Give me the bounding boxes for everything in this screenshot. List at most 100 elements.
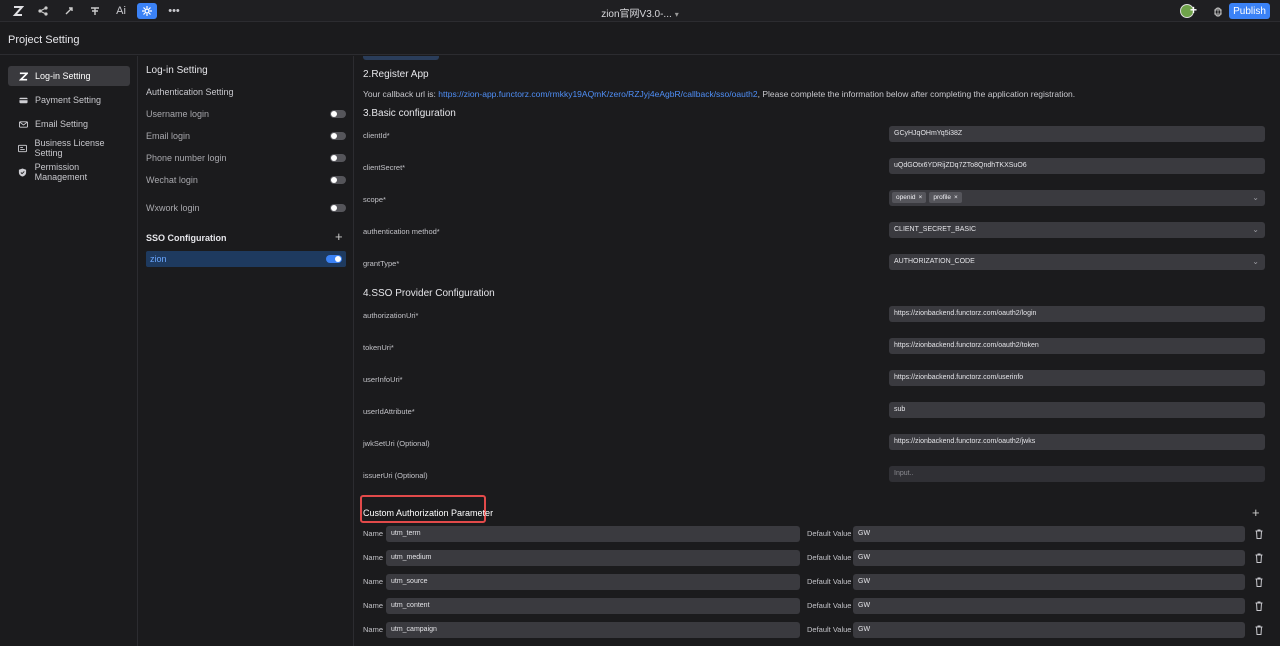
- trash-icon[interactable]: [1255, 529, 1263, 539]
- trash-icon[interactable]: [1255, 553, 1263, 563]
- add-sso-icon[interactable]: +: [335, 229, 343, 244]
- trash-icon[interactable]: [1255, 625, 1263, 635]
- auth-method-select[interactable]: CLIENT_SECRET_BASIC ⌄: [889, 222, 1265, 238]
- add-collaborator-icon[interactable]: +: [1190, 3, 1197, 17]
- wxwork-login-toggle[interactable]: [330, 204, 346, 212]
- remove-chip-icon[interactable]: ×: [919, 194, 923, 201]
- email-login-label: Email login: [146, 131, 191, 141]
- user-info-uri-input[interactable]: https://zionbackend.functorz.com/userinf…: [889, 370, 1265, 386]
- project-title[interactable]: zion官网V3.0-... ▾: [560, 5, 720, 20]
- wechat-login-toggle[interactable]: [330, 176, 346, 184]
- trash-icon[interactable]: [1255, 601, 1263, 611]
- more-icon[interactable]: •••: [164, 3, 184, 19]
- param-default-input[interactable]: GW: [853, 526, 1245, 542]
- sidebar-item-business-license[interactable]: Business License Setting: [8, 138, 130, 158]
- authorization-uri-input[interactable]: https://zionbackend.functorz.com/oauth2/…: [889, 306, 1265, 322]
- issuer-uri-label: issuerUri (Optional): [363, 471, 428, 480]
- settings-sidebar: Log-in Setting Payment Setting Email Set…: [0, 56, 138, 646]
- add-parameter-icon[interactable]: +: [1252, 505, 1260, 520]
- more-label: •••: [168, 5, 180, 17]
- phone-login-row: Phone number login: [146, 151, 346, 165]
- license-icon: [18, 143, 28, 153]
- trash-icon[interactable]: [1255, 577, 1263, 587]
- token-uri-input[interactable]: https://zionbackend.functorz.com/oauth2/…: [889, 338, 1265, 354]
- chip-label: profile: [933, 193, 952, 201]
- shield-icon: [18, 167, 28, 177]
- chevron-down-icon: ⌄: [1252, 257, 1259, 266]
- partially-visible-button[interactable]: [363, 56, 439, 60]
- param-default-input[interactable]: GW: [853, 622, 1245, 638]
- param-name-input[interactable]: utm_source: [386, 574, 800, 590]
- layout-icon[interactable]: [85, 3, 105, 19]
- param-name-label: Name: [363, 553, 384, 562]
- param-name-label: Name: [363, 625, 384, 634]
- logo-icon[interactable]: [8, 3, 28, 19]
- param-name-input[interactable]: utm_content: [386, 598, 800, 614]
- param-default-input[interactable]: GW: [853, 598, 1245, 614]
- param-name-label: Name: [363, 577, 384, 586]
- page-title: Project Setting: [8, 34, 80, 46]
- username-login-label: Username login: [146, 109, 210, 119]
- client-id-label: clientId*: [363, 131, 390, 140]
- username-login-row: Username login: [146, 107, 346, 121]
- param-name-input[interactable]: utm_campaign: [386, 622, 800, 638]
- remove-chip-icon[interactable]: ×: [954, 194, 958, 201]
- scope-label: scope*: [363, 195, 386, 204]
- param-row: Name utm_term Default Value GW: [363, 526, 1273, 542]
- jwk-set-uri-label: jwkSetUri (Optional): [363, 439, 430, 448]
- param-default-label: Default Value: [807, 529, 852, 538]
- custom-authorization-parameter-heading: Custom Authorization Parameter: [363, 508, 494, 518]
- email-login-row: Email login: [146, 129, 346, 143]
- scope-chip-openid: openid ×: [892, 191, 927, 203]
- sidebar-item-login-setting[interactable]: Log-in Setting: [8, 66, 130, 86]
- sidebar-item-email-setting[interactable]: Email Setting: [8, 114, 130, 134]
- param-default-input[interactable]: GW: [853, 574, 1245, 590]
- sso-zion-toggle[interactable]: [326, 255, 342, 263]
- ai-label: Ai: [116, 5, 126, 17]
- param-default-label: Default Value: [807, 577, 852, 586]
- chevron-down-icon: ⌄: [1252, 225, 1259, 234]
- auth-method-label: authentication method*: [363, 227, 440, 236]
- scope-select[interactable]: openid × profile × ⌄: [889, 190, 1265, 206]
- param-default-label: Default Value: [807, 553, 852, 562]
- sidebar-item-label: Email Setting: [35, 119, 89, 129]
- token-uri-label: tokenUri*: [363, 343, 394, 352]
- settings-icon[interactable]: [137, 3, 157, 19]
- user-id-attribute-input[interactable]: sub: [889, 402, 1265, 418]
- grant-type-select[interactable]: AUTHORIZATION_CODE ⌄: [889, 254, 1265, 270]
- param-name-input[interactable]: utm_medium: [386, 550, 800, 566]
- issuer-uri-input[interactable]: Input..: [889, 466, 1265, 482]
- sidebar-item-payment-setting[interactable]: Payment Setting: [8, 90, 130, 110]
- bug-icon[interactable]: [1213, 5, 1223, 17]
- user-id-attribute-label: userIdAttribute*: [363, 407, 415, 416]
- param-name-input[interactable]: utm_term: [386, 526, 800, 542]
- ai-icon[interactable]: Ai: [111, 3, 131, 19]
- sidebar-item-permission-management[interactable]: Permission Management: [8, 162, 130, 182]
- client-secret-label: clientSecret*: [363, 163, 406, 172]
- username-login-toggle[interactable]: [330, 110, 346, 118]
- authentication-setting-heading: Authentication Setting: [146, 87, 234, 97]
- param-name-label: Name: [363, 529, 384, 538]
- callback-prefix: Your callback url is:: [363, 89, 439, 99]
- email-login-toggle[interactable]: [330, 132, 346, 140]
- param-default-label: Default Value: [807, 625, 852, 634]
- publish-button[interactable]: Publish: [1229, 3, 1270, 19]
- callback-url-link[interactable]: https://zion-app.functorz.com/rmkky19AQm…: [438, 89, 757, 99]
- share-icon[interactable]: [33, 3, 53, 19]
- sso-item-label: zion: [150, 254, 167, 264]
- wechat-login-row: Wechat login: [146, 173, 346, 187]
- wechat-login-label: Wechat login: [146, 175, 198, 185]
- param-default-input[interactable]: GW: [853, 550, 1245, 566]
- sso-item-zion[interactable]: zion: [146, 251, 346, 267]
- sidebar-item-label: Log-in Setting: [35, 71, 91, 81]
- callback-info: Your callback url is: https://zion-app.f…: [363, 89, 1075, 99]
- phone-login-toggle[interactable]: [330, 154, 346, 162]
- auth-method-value: CLIENT_SECRET_BASIC: [894, 226, 977, 233]
- client-id-input[interactable]: GCyHJqOHmYq5i38Z: [889, 126, 1265, 142]
- panel-title: Log-in Setting: [146, 65, 208, 76]
- rocket-icon[interactable]: [59, 3, 79, 19]
- client-secret-input[interactable]: uQdGOtx6YDRijZDq7ZTo8QndhTKXSuO6: [889, 158, 1265, 174]
- project-title-text: zion官网V3.0-...: [601, 9, 672, 20]
- jwk-set-uri-input[interactable]: https://zionbackend.functorz.com/oauth2/…: [889, 434, 1265, 450]
- param-default-label: Default Value: [807, 601, 852, 610]
